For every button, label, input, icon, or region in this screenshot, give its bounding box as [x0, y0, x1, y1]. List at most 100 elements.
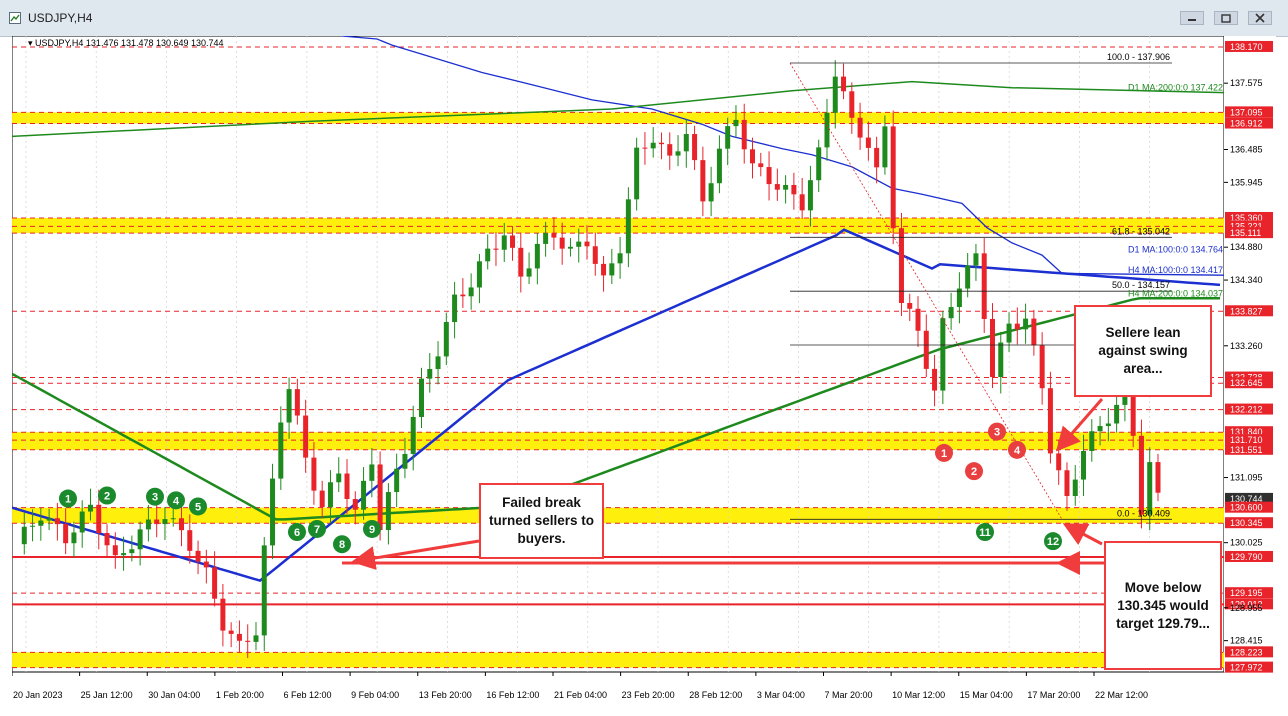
price-tag-label: 131.551 — [1230, 445, 1263, 455]
support-zone — [12, 112, 1224, 124]
candle-body — [816, 147, 822, 181]
dropdown-arrow-icon[interactable]: ▾ — [28, 38, 33, 48]
price-tag-label: 137.095 — [1230, 107, 1263, 117]
candle-body — [981, 253, 987, 319]
candle-body — [63, 524, 69, 544]
candle-body — [1047, 388, 1053, 454]
date-tick-label: 23 Feb 20:00 — [622, 690, 675, 700]
candle-body — [1031, 318, 1037, 346]
candle-body — [311, 457, 317, 491]
candle-body — [129, 549, 135, 554]
price-tick-label: 131.095 — [1230, 473, 1263, 483]
price-tag-label: 129.195 — [1230, 588, 1263, 598]
candle-body — [236, 633, 242, 641]
green-marker-label: 2 — [104, 491, 110, 503]
candle-body — [874, 147, 880, 168]
red-marker-label: 2 — [971, 466, 977, 478]
candle-body — [518, 247, 524, 277]
candle-body — [121, 553, 127, 556]
red-marker-label: 1 — [941, 448, 947, 460]
candle-body — [1014, 323, 1020, 330]
candle-body — [783, 184, 789, 190]
support-zone — [12, 432, 1224, 450]
candle-body — [294, 389, 300, 416]
candle-body — [493, 248, 499, 250]
candle-body — [270, 478, 276, 546]
candle-body — [601, 263, 607, 276]
candle-body — [675, 151, 681, 156]
candle-body — [1081, 451, 1087, 480]
candle-body — [1155, 462, 1161, 493]
support-zone — [12, 652, 1224, 668]
candle-body — [452, 294, 458, 323]
restore-button[interactable] — [1214, 11, 1238, 25]
candle-body — [998, 342, 1004, 378]
candle-body — [220, 598, 226, 631]
red-marker-label: 4 — [1014, 445, 1021, 457]
candle-body — [1138, 435, 1144, 515]
price-tag-label: 132.212 — [1230, 405, 1263, 415]
candle-body — [46, 518, 52, 521]
candle-body — [824, 112, 830, 148]
failed-break-callout: Failed break turned sellers to buyers. — [479, 483, 604, 559]
date-tick-label: 6 Feb 12:00 — [284, 690, 332, 700]
green-marker-label: 6 — [294, 527, 300, 539]
price-tick-label: 130.025 — [1230, 538, 1263, 548]
candle-body — [394, 468, 400, 493]
date-tick-label: 9 Feb 04:00 — [351, 690, 399, 700]
fib-level-label: 100.0 - 137.906 — [1107, 52, 1170, 62]
candle-body — [137, 529, 143, 550]
candle-body — [907, 302, 913, 309]
candle-body — [352, 499, 358, 510]
chart-symbol: USDJPY,H4 — [35, 38, 84, 48]
green-marker-label: 1 — [65, 494, 71, 506]
minimize-button[interactable] — [1180, 11, 1204, 25]
price-tick-label: 136.485 — [1230, 145, 1263, 155]
candle-body — [534, 243, 540, 269]
candle-body — [361, 480, 367, 510]
candle-body — [510, 235, 516, 248]
candle-body — [849, 91, 855, 118]
candle-body — [609, 263, 615, 276]
candle-body — [79, 511, 85, 533]
move-below-callout: Move below 130.345 would target 129.79..… — [1104, 541, 1222, 670]
date-tick-label: 28 Feb 12:00 — [689, 690, 742, 700]
candle-body — [245, 640, 251, 642]
candle-body — [923, 330, 929, 369]
chart-header: ▾ USDJPY,H4 131.476 131.478 130.649 130.… — [28, 38, 224, 49]
candle-body — [799, 194, 805, 211]
candle-body — [807, 180, 813, 211]
date-tick-label: 16 Feb 12:00 — [486, 690, 539, 700]
candle-body — [898, 228, 904, 303]
candle-body — [418, 378, 424, 417]
candle-body — [212, 567, 218, 599]
candle-body — [774, 184, 780, 190]
candle-body — [642, 147, 648, 149]
chart-window[interactable]: 100.0 - 137.906 61.8 - 135.042 50.0 - 134.… — [12, 36, 1276, 710]
candle-body — [584, 241, 590, 247]
candle-body — [741, 119, 747, 150]
price-tag-label: 128.223 — [1230, 647, 1263, 657]
candle-body — [21, 526, 27, 545]
candle-body — [1056, 453, 1062, 471]
window-title: USDJPY,H4 — [28, 11, 93, 25]
candle-body — [402, 453, 408, 469]
price-tick-label: 133.260 — [1230, 341, 1263, 351]
candle-body — [551, 233, 557, 238]
candle-body — [932, 368, 938, 391]
price-tick-label: 128.955 — [1230, 603, 1263, 613]
green-marker-label: 9 — [369, 524, 375, 536]
green-marker-label: 11 — [979, 527, 991, 539]
candle-body — [1023, 318, 1029, 330]
candle-body — [634, 147, 640, 200]
ma-label: D1 MA:100:0:0 134.764 — [1128, 244, 1223, 254]
date-tick-label: 15 Mar 04:00 — [960, 690, 1013, 700]
ohlc-values: 131.476 131.478 130.649 130.744 — [85, 38, 224, 48]
date-tick-label: 25 Jan 12:00 — [81, 690, 133, 700]
candle-body — [832, 76, 838, 113]
candle-body — [625, 199, 631, 254]
close-button[interactable] — [1248, 11, 1272, 25]
candle-body — [179, 518, 185, 531]
candle-body — [617, 253, 623, 264]
ma-label: D1 MA:200:0:0 137.422 — [1128, 83, 1223, 93]
